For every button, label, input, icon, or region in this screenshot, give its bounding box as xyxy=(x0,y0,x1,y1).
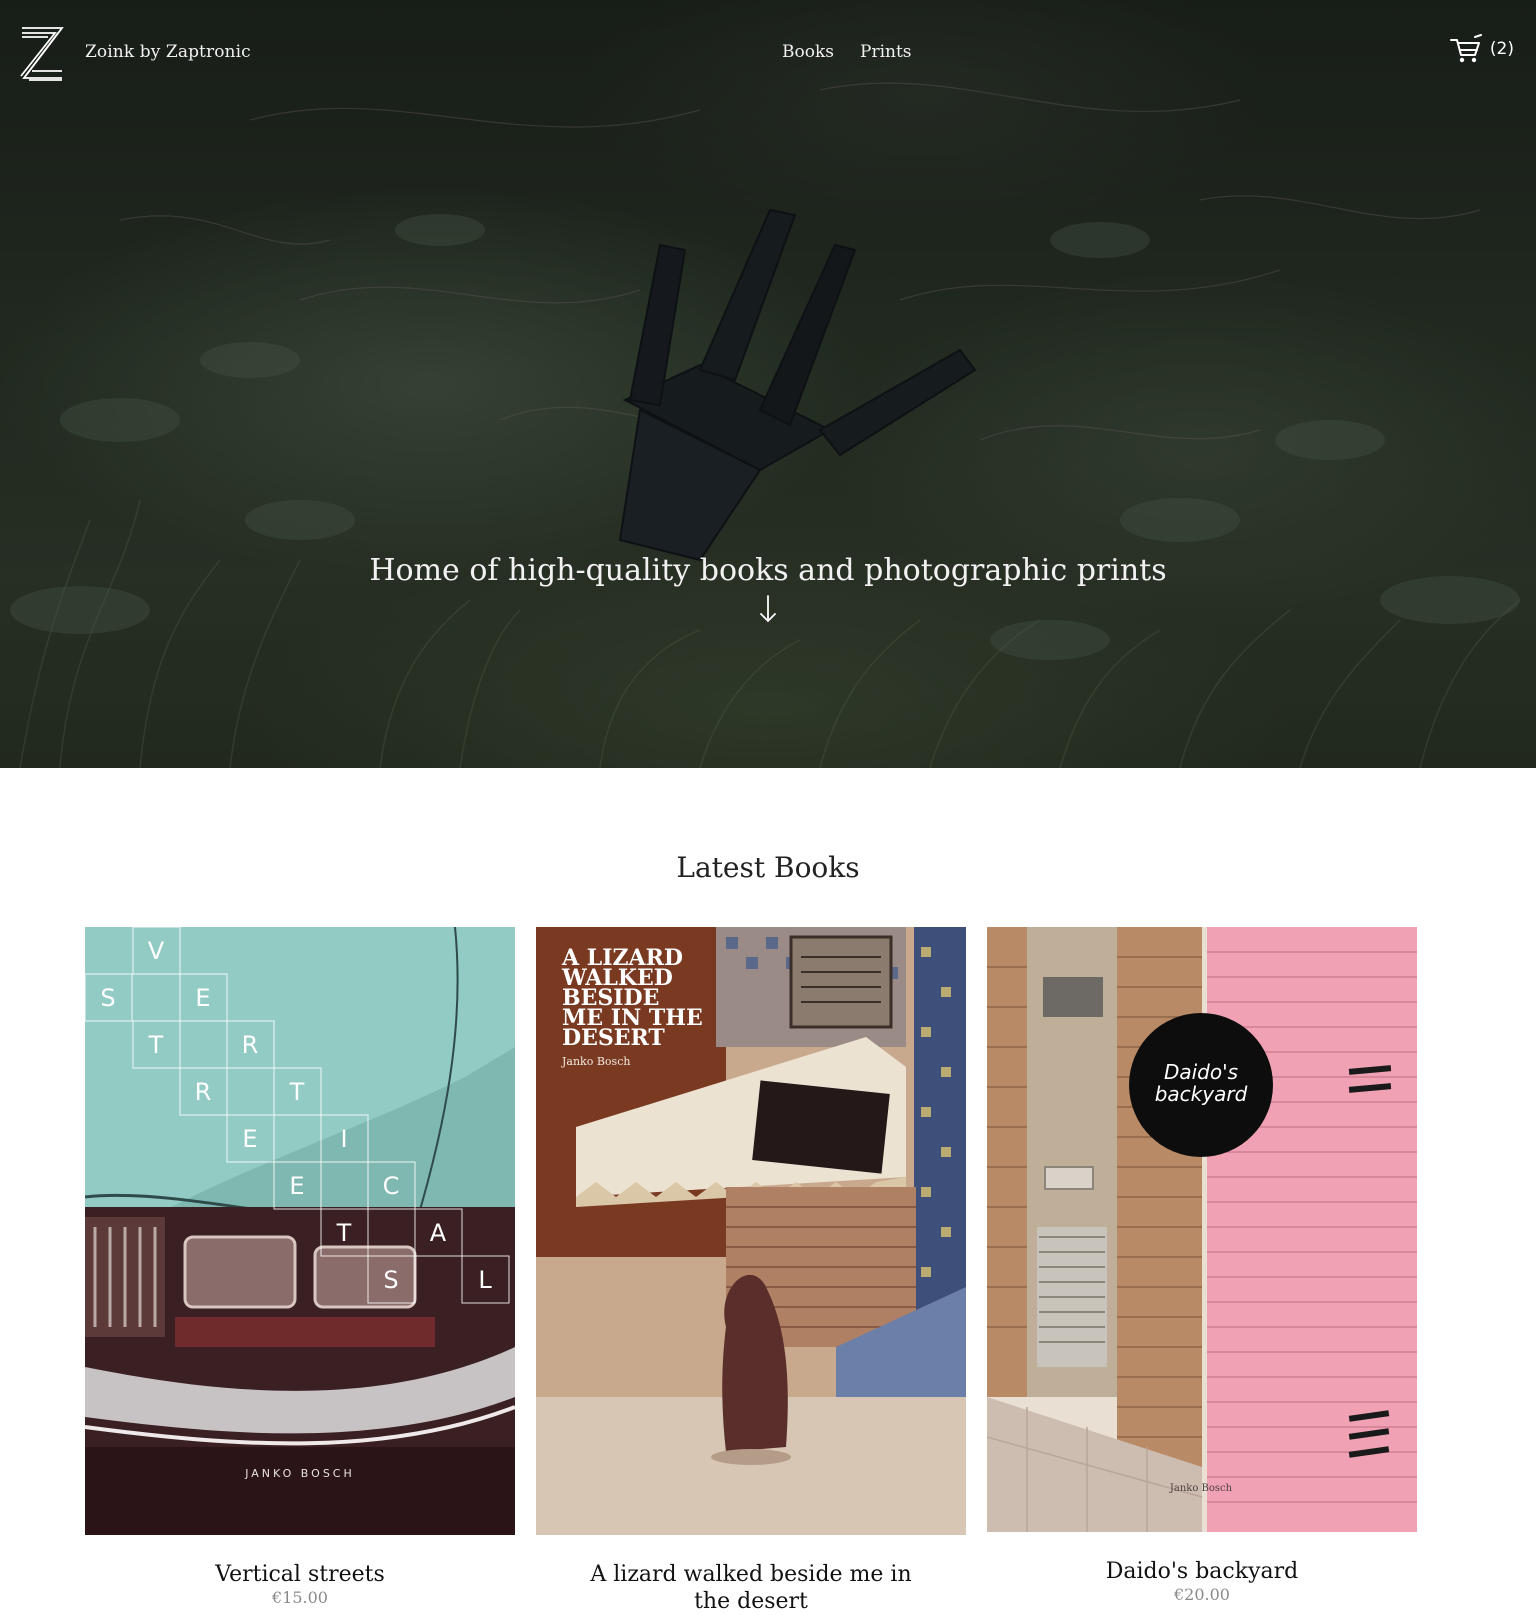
cover-letter: V xyxy=(148,937,165,965)
latest-books-heading: Latest Books xyxy=(676,851,860,885)
hero-tagline: Home of high-quality books and photograp… xyxy=(369,553,1167,589)
cover-letter: T xyxy=(289,1078,305,1106)
arrow-down-icon[interactable] xyxy=(756,594,780,624)
book-card[interactable]: A LIZARD WALKED BESIDE ME IN THE DESERT … xyxy=(536,927,966,1615)
zoink-logo-icon[interactable] xyxy=(20,26,64,82)
main-nav: Books Prints xyxy=(782,42,912,62)
nav-link-books[interactable]: Books xyxy=(782,42,834,62)
book-cover-daidos-backyard[interactable]: Daido's backyard Janko Bosch xyxy=(986,927,1417,1532)
book-title[interactable]: Vertical streets xyxy=(85,1561,515,1588)
hero-overlay xyxy=(0,0,1536,768)
cover-letter: E xyxy=(289,1172,304,1200)
brand-name[interactable]: Zoink by Zaptronic xyxy=(85,42,251,62)
cover-author: Janko Bosch xyxy=(561,1055,630,1068)
book-title[interactable]: Daido's backyard xyxy=(987,1558,1417,1585)
book-cover-vertical-streets[interactable]: V S E T R R T E I E C T A S L JANKO BOSC… xyxy=(84,926,516,1535)
book-price: €15.00 xyxy=(272,1588,328,1607)
book-card[interactable]: Daido's backyard Janko Bosch Daido's bac… xyxy=(986,927,1417,1604)
hero-section: Zoink by Zaptronic Books Prints (2) Home… xyxy=(0,0,1536,768)
cart-icon xyxy=(1449,34,1482,63)
cover-letter: T xyxy=(336,1219,352,1247)
book-price: €20.00 xyxy=(1174,1585,1230,1604)
cart-count: (2) xyxy=(1489,39,1514,59)
book-card[interactable]: V S E T R R T E I E C T A S L JANKO BOSC… xyxy=(84,926,516,1607)
book-cover-lizard-desert[interactable]: A LIZARD WALKED BESIDE ME IN THE DESERT … xyxy=(536,927,966,1535)
cover-letter: R xyxy=(195,1078,212,1106)
cover-title-line: backyard xyxy=(1155,1082,1248,1106)
cover-letter: I xyxy=(340,1125,347,1153)
cover-author: Janko Bosch xyxy=(1169,1483,1233,1494)
cover-letter: L xyxy=(478,1266,492,1294)
nav-link-prints[interactable]: Prints xyxy=(860,42,912,62)
cover-letter: R xyxy=(242,1031,259,1059)
cart-button[interactable]: (2) xyxy=(1449,34,1514,64)
cover-letter: E xyxy=(242,1125,257,1153)
cover-letter: C xyxy=(383,1172,400,1200)
cover-letter: T xyxy=(148,1031,164,1059)
cover-author: JANKO BOSCH xyxy=(244,1467,355,1480)
cover-title-line: DESERT xyxy=(562,1025,665,1051)
cover-letter: A xyxy=(430,1219,447,1247)
cover-letter: S xyxy=(383,1266,398,1294)
book-title[interactable]: A lizard walked beside me in the desert xyxy=(536,1561,966,1615)
cover-letter: E xyxy=(195,984,210,1012)
cover-letter: S xyxy=(100,984,115,1012)
cover-title-line: Daido's xyxy=(1164,1060,1238,1084)
